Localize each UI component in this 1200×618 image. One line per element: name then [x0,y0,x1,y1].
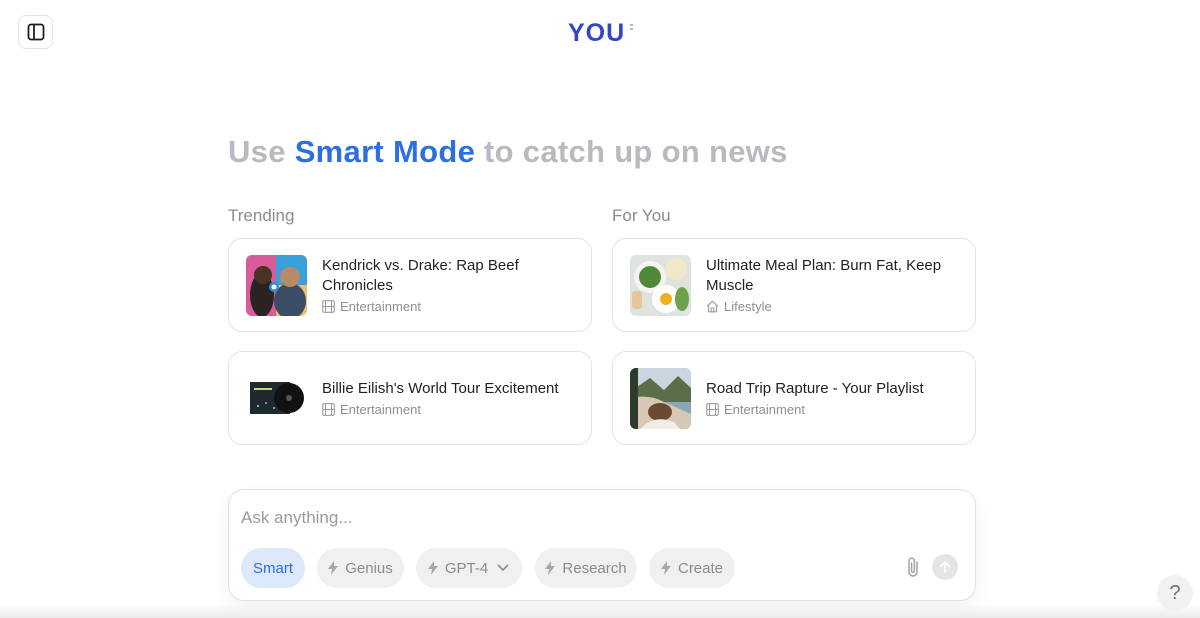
card-category: Lifestyle [724,299,772,314]
ask-box: Smart Genius GPT-4 Research Create [228,489,976,601]
mode-label: Genius [345,559,393,577]
home-icon [706,300,719,313]
lightning-icon [328,561,339,575]
film-icon [322,403,335,416]
for-you-label: For You [612,206,671,225]
trending-card[interactable]: Kendrick vs. Drake: Rap Beef Chronicles … [228,238,592,332]
chevron-down-icon [497,564,509,572]
mode-label: GPT-4 [444,559,489,577]
mode-create-button[interactable]: Create [649,548,735,588]
headline-suffix: to catch up on news [475,134,788,169]
film-icon [322,300,335,313]
arrow-up-icon [939,561,951,573]
logo-text: YOU [568,19,625,47]
card-title: Kendrick vs. Drake: Rap Beef Chronicles [322,257,519,294]
you-logo[interactable]: YOU [568,16,638,48]
card-category: Entertainment [340,299,421,314]
mode-genius-button[interactable]: Genius [317,548,404,588]
card-category: Entertainment [340,402,421,417]
film-icon [706,403,719,416]
page: YOU Use Smart Mode to catch up on news T… [0,0,1200,618]
lightning-icon [660,561,671,575]
help-button[interactable]: ? [1157,575,1193,611]
trending-card[interactable]: Billie Eilish's World Tour Excitement En… [228,351,592,445]
meal-plan-thumbnail [630,254,691,316]
headline-prefix: Use [228,134,295,169]
lightning-icon [427,561,438,575]
send-button[interactable] [932,554,958,580]
card-title: Billie Eilish's World Tour Excitement [322,380,559,397]
attach-button[interactable] [900,554,926,580]
for-you-card[interactable]: Ultimate Meal Plan: Burn Fat, Keep Muscl… [612,238,976,332]
ask-input[interactable] [241,506,941,530]
card-category: Entertainment [724,402,805,417]
for-you-card[interactable]: Road Trip Rapture - Your Playlist Entert… [612,351,976,445]
bottom-fade [0,604,1200,618]
paperclip-icon [908,557,918,577]
mode-label: Research [562,559,627,577]
help-label: ? [1169,581,1181,604]
mode-research-button[interactable]: Research [535,548,637,588]
mode-gpt4-dropdown[interactable]: GPT-4 [416,548,522,588]
sidebar-toggle-button[interactable] [18,15,53,49]
billie-eilish-thumbnail [246,367,307,429]
page-headline: Use Smart Mode to catch up on news [228,134,788,170]
headline-accent[interactable]: Smart Mode [295,134,475,169]
mode-label: Create [677,559,724,577]
trending-label: Trending [228,206,295,225]
mode-label: Smart [252,559,293,577]
sidebar-panel-icon [27,23,44,41]
card-title: Ultimate Meal Plan: Burn Fat, Keep Muscl… [706,257,942,294]
card-title: Road Trip Rapture - Your Playlist [706,380,924,397]
mode-smart-button[interactable]: Smart [241,548,305,588]
lightning-icon [545,561,556,575]
road-trip-thumbnail [630,367,691,429]
kendrick-drake-thumbnail [246,254,307,316]
